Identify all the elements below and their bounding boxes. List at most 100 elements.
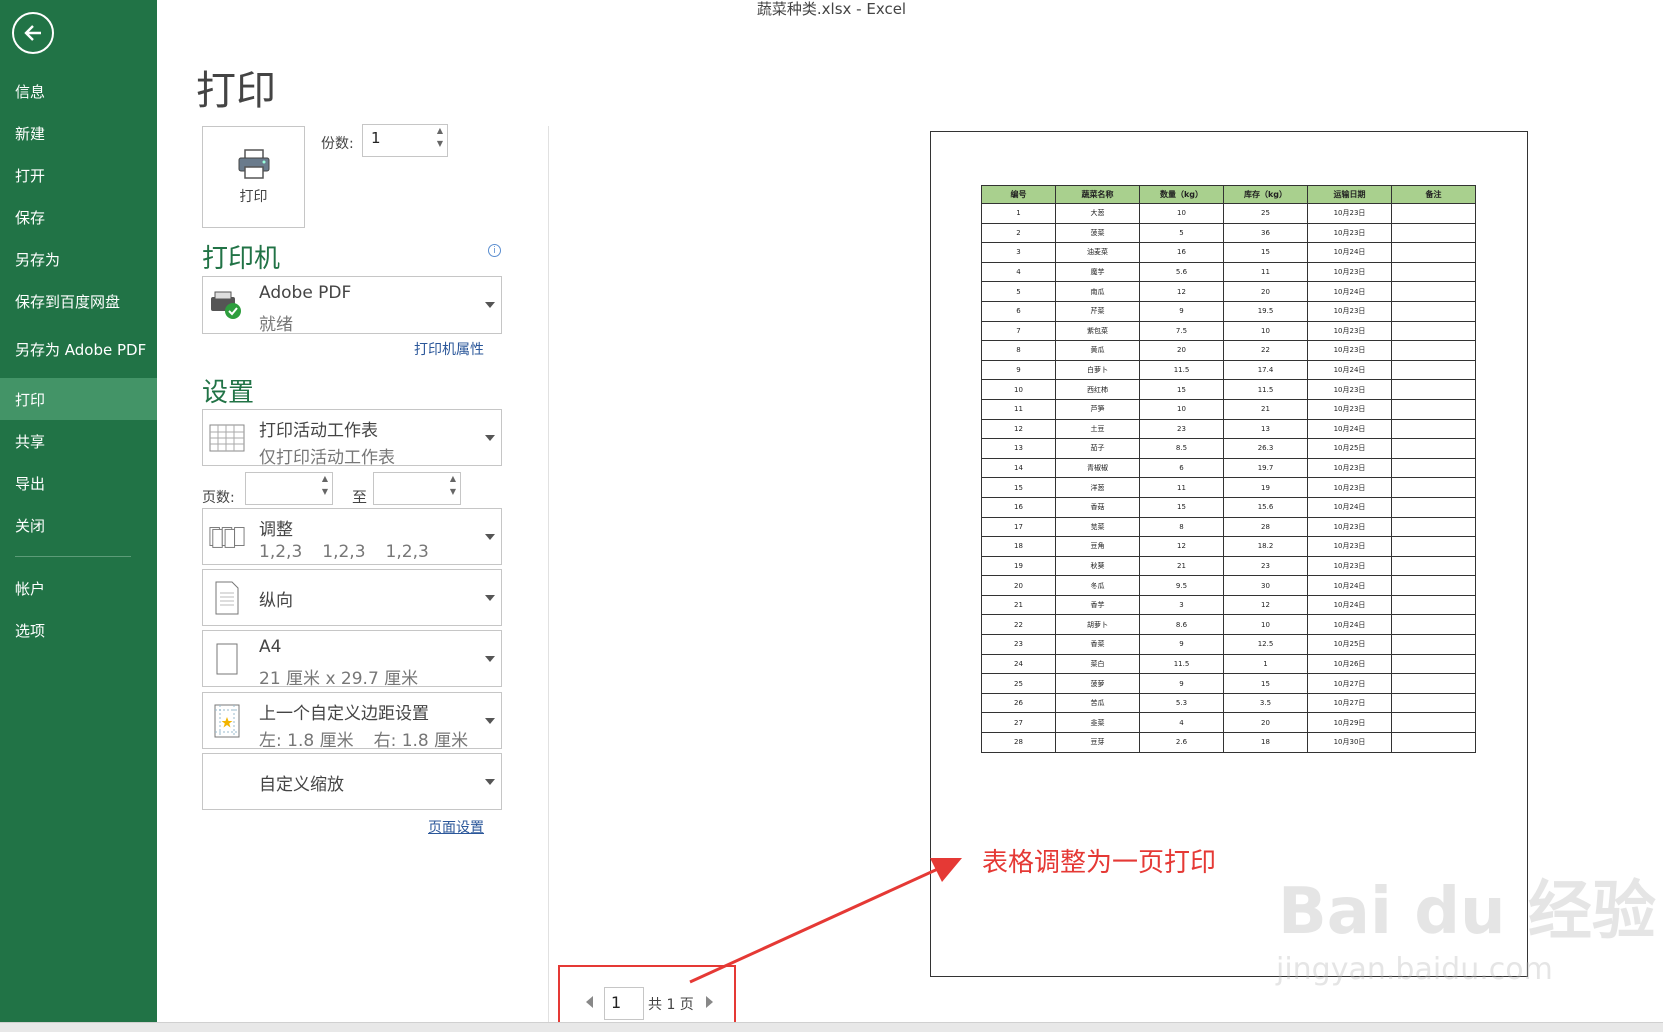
table-cell: 10月23日 <box>1307 536 1392 557</box>
table-row: 4 魔芋 5.6 11 10月23日 <box>981 261 1476 283</box>
pages-from-input[interactable]: ▲ ▼ <box>245 472 333 505</box>
sidebar-item-options[interactable]: 选项 <box>0 609 157 651</box>
table-cell: 16 <box>981 496 1056 518</box>
stepper-arrows-icon[interactable]: ▲ ▼ <box>450 475 456 496</box>
table-cell: 豆角 <box>1055 536 1140 557</box>
copies-stepper[interactable]: 1 ▲ ▼ <box>362 124 448 157</box>
printer-heading: 打印机 <box>202 244 281 274</box>
table-cell: 菠菜 <box>1055 222 1140 244</box>
collate-icon <box>209 519 245 555</box>
table-cell: 23 <box>1139 418 1224 440</box>
table-row: 10 西红柿 15 11.5 10月23日 <box>981 379 1476 400</box>
back-button[interactable] <box>12 12 54 54</box>
print-button[interactable]: 打印 <box>202 126 305 228</box>
table-cell: 2 <box>981 222 1056 244</box>
table-row: 12 土豆 23 13 10月24日 <box>981 418 1476 440</box>
paper-size-dropdown[interactable]: A4 21 厘米 x 29.7 厘米 <box>202 630 502 689</box>
table-cell: 14 <box>981 457 1056 479</box>
annotation-text: 表格调整为一页打印 <box>982 848 1217 878</box>
table-cell: 20 <box>1223 712 1308 734</box>
table-cell <box>1391 379 1476 400</box>
sidebar-item-account[interactable]: 帐户 <box>0 567 157 609</box>
margins-dropdown[interactable]: 上一个自定义边距设置 左: 1.8 厘米 右: 1.8 厘米 <box>202 692 502 751</box>
table-cell: 11.5 <box>1139 359 1224 381</box>
collate-title: 调整 <box>259 520 293 540</box>
sidebar-item-new[interactable]: 新建 <box>0 112 157 154</box>
scaling-dropdown[interactable]: 自定义缩放 <box>202 753 502 810</box>
pages-label: 页数: <box>202 490 235 506</box>
table-cell <box>1391 673 1476 694</box>
table-cell <box>1391 653 1476 675</box>
paper-icon <box>209 641 245 677</box>
table-cell: 5 <box>1139 222 1224 244</box>
table-cell: 10月24日 <box>1307 594 1392 616</box>
info-icon[interactable]: i <box>488 244 501 257</box>
table-cell: 10月23日 <box>1307 477 1392 498</box>
table-cell <box>1391 261 1476 283</box>
table-cell: 10月29日 <box>1307 712 1392 734</box>
stepper-arrows-icon[interactable]: ▲ ▼ <box>437 127 443 148</box>
table-cell: 15 <box>1139 496 1224 518</box>
table-cell: 11 <box>981 398 1056 420</box>
sidebar-item-save-as[interactable]: 另存为 <box>0 238 157 280</box>
table-cell: 青椒椒 <box>1055 457 1140 479</box>
chevron-down-icon <box>485 533 495 540</box>
table-row: 24 菜白 11.5 1 10月26日 <box>981 653 1476 675</box>
table-cell: 19.5 <box>1223 300 1308 322</box>
page-setup-link[interactable]: 页面设置 <box>428 817 484 837</box>
table-cell: 26.3 <box>1223 438 1308 459</box>
page-total-label: 共 1 页 <box>648 997 694 1013</box>
table-cell: 菠萝 <box>1055 673 1140 694</box>
orientation-title: 纵向 <box>259 591 293 611</box>
orientation-dropdown[interactable]: 纵向 <box>202 569 502 626</box>
table-row: 22 胡萝卜 8.6 10 10月24日 <box>981 614 1476 636</box>
table-cell: 6 <box>1139 457 1224 479</box>
paper-size-title: A4 <box>259 637 282 657</box>
table-cell: 5 <box>981 281 1056 302</box>
pages-to-input[interactable]: ▲ ▼ <box>373 472 461 505</box>
sidebar-item-share[interactable]: 共享 <box>0 420 157 462</box>
previous-page-icon[interactable] <box>586 996 593 1008</box>
table-cell: 10月23日 <box>1307 457 1392 479</box>
horizontal-scrollbar[interactable] <box>0 1022 1663 1032</box>
table-cell: 28 <box>981 732 1056 753</box>
table-cell: 18 <box>1223 732 1308 753</box>
table-cell: 10月23日 <box>1307 203 1392 224</box>
table-cell: 9 <box>1139 300 1224 322</box>
table-cell: 36 <box>1223 222 1308 244</box>
printer-properties-link[interactable]: 打印机属性 <box>414 339 484 359</box>
table-cell: 26 <box>981 692 1056 714</box>
table-cell: 11.5 <box>1139 653 1224 675</box>
table-cell <box>1391 712 1476 734</box>
stepper-arrows-icon[interactable]: ▲ ▼ <box>322 475 328 496</box>
sidebar-item-export[interactable]: 导出 <box>0 462 157 504</box>
sidebar-item-close[interactable]: 关闭 <box>0 504 157 546</box>
column-header: 备注 <box>1391 185 1476 204</box>
table-cell: 香芋 <box>1055 594 1140 616</box>
sidebar-item-save-to-baidu[interactable]: 保存到百度网盘 <box>0 280 157 322</box>
table-row: 7 紫包菜 7.5 10 10月23日 <box>981 320 1476 342</box>
table-row: 16 香菇 15 15.6 10月24日 <box>981 496 1476 518</box>
sidebar-divider <box>15 556 131 557</box>
table-cell: 油麦菜 <box>1055 242 1140 263</box>
table-row: 28 豆芽 2.6 18 10月30日 <box>981 732 1476 753</box>
table-cell: 7 <box>981 320 1056 342</box>
table-cell <box>1391 281 1476 302</box>
column-header: 编号 <box>981 185 1056 204</box>
table-cell: 22 <box>981 614 1056 636</box>
sidebar-item-save-as-pdf[interactable]: 另存为 Adobe PDF <box>0 322 157 378</box>
current-page-input[interactable]: 1 <box>604 987 644 1020</box>
table-cell: 20 <box>1223 281 1308 302</box>
table-cell: 10月23日 <box>1307 261 1392 283</box>
sidebar-item-open[interactable]: 打开 <box>0 154 157 196</box>
table-cell: 10 <box>1139 398 1224 420</box>
print-scope-dropdown[interactable]: 打印活动工作表 仅打印活动工作表 <box>202 409 502 468</box>
column-header: 库存（kg） <box>1223 185 1308 204</box>
sidebar-item-save[interactable]: 保存 <box>0 196 157 238</box>
sidebar-item-print[interactable]: 打印 <box>0 378 157 420</box>
next-page-icon[interactable] <box>706 996 713 1008</box>
printer-dropdown[interactable]: Adobe PDF 就绪 <box>202 276 502 335</box>
collate-dropdown[interactable]: 调整 1,2,3 1,2,3 1,2,3 <box>202 508 502 565</box>
sidebar-item-info[interactable]: 信息 <box>0 70 157 112</box>
table-cell: 10月24日 <box>1307 281 1392 302</box>
